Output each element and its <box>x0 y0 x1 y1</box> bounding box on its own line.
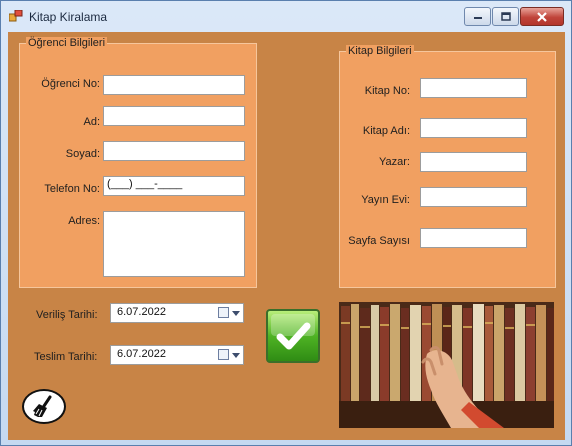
book-name-input[interactable] <box>420 118 527 138</box>
page-count-label: Sayfa Sayısı <box>348 235 410 247</box>
author-label: Yazar: <box>379 156 410 168</box>
issue-date-label: Veriliş Tarihi: <box>36 309 98 321</box>
first-name-input[interactable] <box>103 106 245 126</box>
student-no-input[interactable] <box>103 75 245 95</box>
first-name-label: Ad: <box>83 116 100 128</box>
window-title: Kitap Kiralama <box>29 10 108 24</box>
calendar-icon <box>218 307 229 318</box>
return-date-value: 6.07.2022 <box>117 348 166 360</box>
student-info-group: Öğrenci Bilgileri Öğrenci No: Ad: Soyad:… <box>19 37 257 288</box>
page-count-input[interactable] <box>420 228 527 248</box>
main-window: Kitap Kiralama Öğrenci Bilgileri Öğrenci… <box>0 0 572 446</box>
bookshelf-photo <box>339 302 554 428</box>
maximize-icon <box>500 12 511 21</box>
issue-date-value: 6.07.2022 <box>117 306 166 318</box>
clear-form-button[interactable] <box>22 389 66 424</box>
title-bar[interactable]: Kitap Kiralama <box>1 1 571 31</box>
maximize-button[interactable] <box>492 7 519 26</box>
book-no-label: Kitap No: <box>364 85 410 97</box>
last-name-label: Soyad: <box>65 148 100 160</box>
calendar-icon <box>218 349 229 360</box>
chevron-down-icon <box>232 353 240 358</box>
book-info-group: Kitap Bilgileri Kitap No: Kitap Adı: Yaz… <box>339 45 556 288</box>
student-no-label: Öğrenci No: <box>41 78 100 90</box>
address-textarea[interactable] <box>103 211 245 277</box>
address-label: Adres: <box>68 215 100 227</box>
publisher-label: Yayın Evi: <box>361 194 410 206</box>
checkmark-icon <box>271 314 315 350</box>
minimize-button[interactable] <box>464 7 491 26</box>
app-icon <box>9 10 23 22</box>
phone-masked-input[interactable]: (___) ___-____ <box>103 176 245 196</box>
author-input[interactable] <box>420 152 527 172</box>
rent-confirm-button[interactable] <box>266 309 320 363</box>
close-icon <box>537 11 547 22</box>
close-button[interactable] <box>520 7 564 26</box>
form-client-area: Öğrenci Bilgileri Öğrenci No: Ad: Soyad:… <box>8 32 565 440</box>
minimize-icon <box>473 16 482 19</box>
last-name-input[interactable] <box>103 141 245 161</box>
publisher-input[interactable] <box>420 187 527 207</box>
broom-icon <box>33 395 52 417</box>
book-no-input[interactable] <box>420 78 527 98</box>
return-date-label: Teslim Tarihi: <box>34 351 98 363</box>
return-date-picker[interactable]: 6.07.2022 <box>110 345 244 365</box>
book-info-title: Kitap Bilgileri <box>346 45 414 57</box>
issue-date-picker[interactable]: 6.07.2022 <box>110 303 244 323</box>
phone-label: Telefon No: <box>44 183 100 195</box>
book-name-label: Kitap Adı: <box>362 125 410 137</box>
student-info-title: Öğrenci Bilgileri <box>26 37 108 49</box>
chevron-down-icon <box>232 311 240 316</box>
